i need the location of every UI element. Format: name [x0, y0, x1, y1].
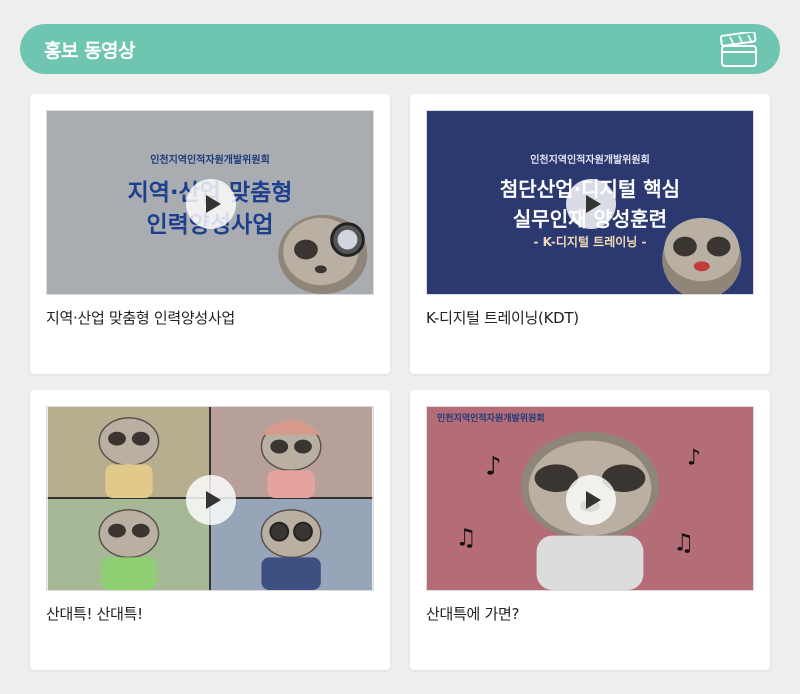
section-title: 홍보 동영상 [44, 40, 136, 62]
video-thumbnail[interactable]: ♪ ♪ ♫ ♫ 인천지역인적자원개발위원회 [426, 406, 754, 591]
video-thumbnail[interactable]: 인천지역인적자원개발위원회 지역·산업 맞춤형 인력양성사업 [46, 110, 374, 295]
svg-text:♫: ♫ [455, 523, 476, 551]
thumbnail-org-name: 인천지역인적자원개발위원회 [150, 155, 270, 166]
video-card[interactable]: 산대특! 산대특! [30, 390, 390, 670]
video-caption[interactable]: 산대특에 가면? [426, 603, 519, 624]
video-card[interactable]: ♪ ♪ ♫ ♫ 인천지역인적자원개발위원회 산대특에 가면? [410, 390, 770, 670]
section-header: 홍보 동영상 [20, 24, 780, 74]
video-caption[interactable]: K-디지털 트레이닝(KDT) [426, 307, 579, 328]
video-card[interactable]: 인천지역인적자원개발위원회 첨단산업·디지털 핵심 실무인재 양성훈련 - K-… [410, 94, 770, 374]
play-icon[interactable] [186, 475, 236, 525]
svg-text:♫: ♫ [673, 528, 694, 556]
video-thumbnail[interactable]: 인천지역인적자원개발위원회 첨단산업·디지털 핵심 실무인재 양성훈련 - K-… [426, 110, 754, 295]
video-thumbnail[interactable] [46, 406, 374, 591]
video-caption[interactable]: 산대특! 산대특! [46, 603, 143, 624]
thumbnail-org-name: 인천지역인적자원개발위원회 [437, 414, 545, 424]
svg-text:♪: ♪ [485, 451, 501, 481]
play-icon[interactable] [566, 475, 616, 525]
play-icon[interactable] [186, 179, 236, 229]
svg-text:♪: ♪ [687, 445, 701, 470]
video-card[interactable]: 인천지역인적자원개발위원회 지역·산업 맞춤형 인력양성사업 지역·산업 맞춤형… [30, 94, 390, 374]
thumbnail-subtitle: - K-디지털 트레이닝 - [533, 235, 647, 249]
video-caption[interactable]: 지역·산업 맞춤형 인력양성사업 [46, 307, 235, 328]
thumbnail-org-name: 인천지역인적자원개발위원회 [530, 155, 650, 166]
play-icon[interactable] [566, 179, 616, 229]
video-clapper-icon [719, 30, 760, 68]
